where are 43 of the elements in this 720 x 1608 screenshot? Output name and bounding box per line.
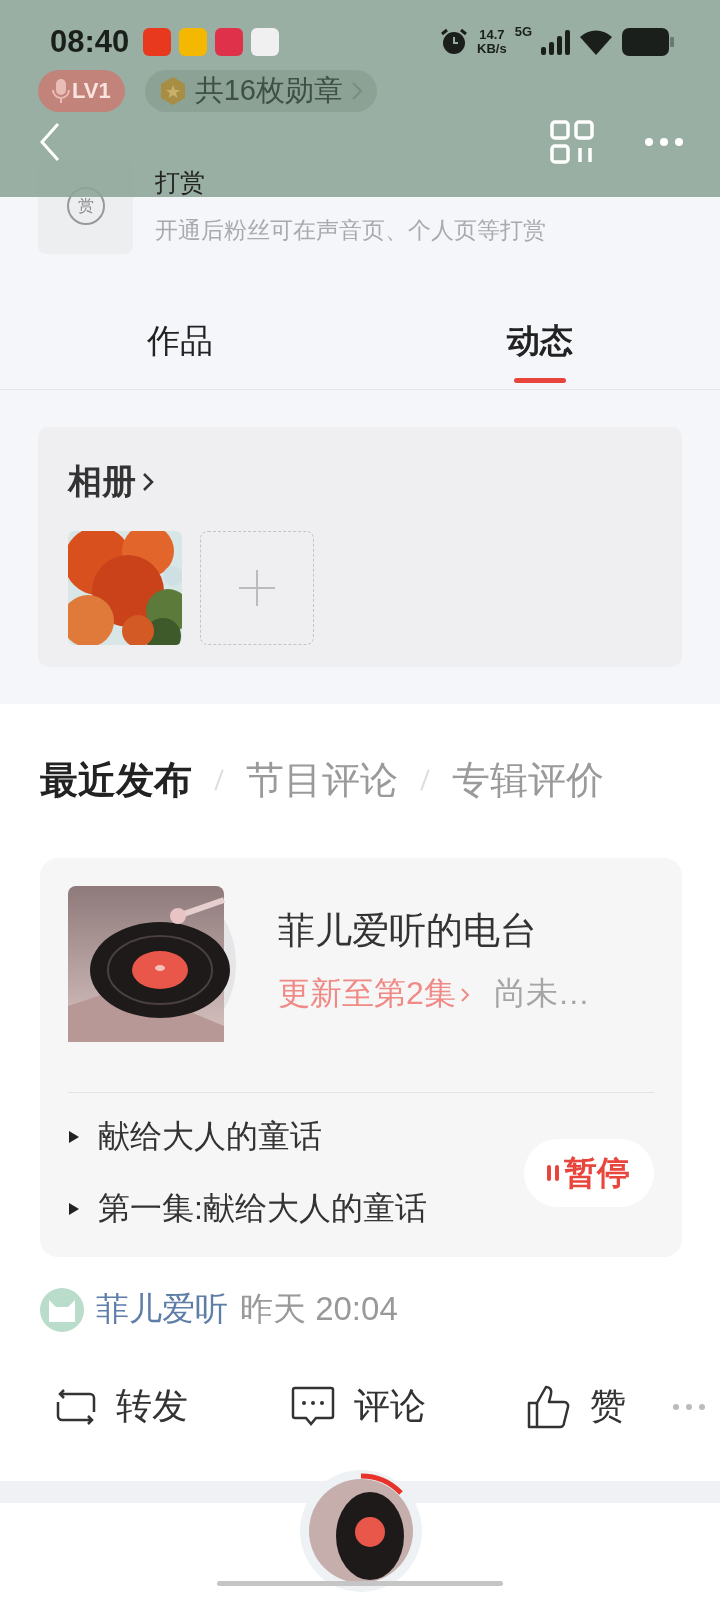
track-title[interactable]: 第一集:献给大人的童话 (98, 1187, 427, 1231)
mini-player-button[interactable] (300, 1470, 422, 1592)
author-name[interactable]: 菲儿爱听 (96, 1287, 228, 1332)
microphone-icon (52, 78, 70, 104)
repost-button[interactable]: 转发 (54, 1382, 290, 1431)
radio-status: 尚未… (493, 974, 590, 1013)
chevron-right-icon (142, 471, 154, 493)
like-button[interactable]: 赞 (526, 1382, 720, 1431)
album-title[interactable]: 相册 (68, 459, 136, 505)
comment-button[interactable]: 评论 (290, 1382, 526, 1431)
track-title[interactable]: 献给大人的童话 (98, 1115, 322, 1159)
clock-time: 08:40 (50, 24, 130, 60)
signal-icon (540, 29, 570, 55)
play-icon (68, 1202, 80, 1216)
wifi-icon (578, 28, 614, 56)
medal-icon (158, 76, 187, 106)
plus-icon (237, 568, 277, 608)
back-icon[interactable] (38, 122, 62, 162)
pause-button[interactable]: 暂停 (524, 1139, 654, 1207)
battery-icon (622, 28, 674, 56)
add-photo-button[interactable] (200, 531, 314, 645)
tab[interactable]: 作品 (147, 319, 213, 364)
alarm-icon (439, 27, 470, 57)
speed-unit: KB/s (477, 42, 507, 56)
network-type: 5G (514, 24, 532, 39)
tip-title: 打赏 (155, 167, 206, 198)
play-icon (68, 1130, 80, 1144)
feed-filter-tab[interactable]: 最近发布 (40, 754, 192, 806)
more-icon[interactable] (644, 137, 684, 147)
network-speed: 14.7 (479, 28, 505, 42)
medals-count: 共16枚勋章 (194, 73, 343, 108)
tip-subtitle: 开通后粉丝可在声音页、个人页等打赏 (155, 216, 546, 245)
post-time: 昨天 20:04 (240, 1289, 398, 1329)
radio-title: 菲儿爱听的电台 (278, 909, 538, 953)
avatar-icon (40, 1287, 84, 1332)
more-icon (672, 1402, 706, 1411)
chevron-right-icon (459, 986, 470, 1004)
qr-code-icon[interactable] (550, 120, 594, 164)
pause-icon (546, 1162, 560, 1184)
tab[interactable]: 动态 (507, 319, 573, 364)
radio-card[interactable]: 菲儿爱听的电台 更新至第2集 尚未… 献给大人的童话 第一集:献给大人的童话 暂停 (40, 858, 682, 1257)
level-text: LV1 (72, 78, 111, 104)
thumbs-up-icon (526, 1384, 572, 1429)
